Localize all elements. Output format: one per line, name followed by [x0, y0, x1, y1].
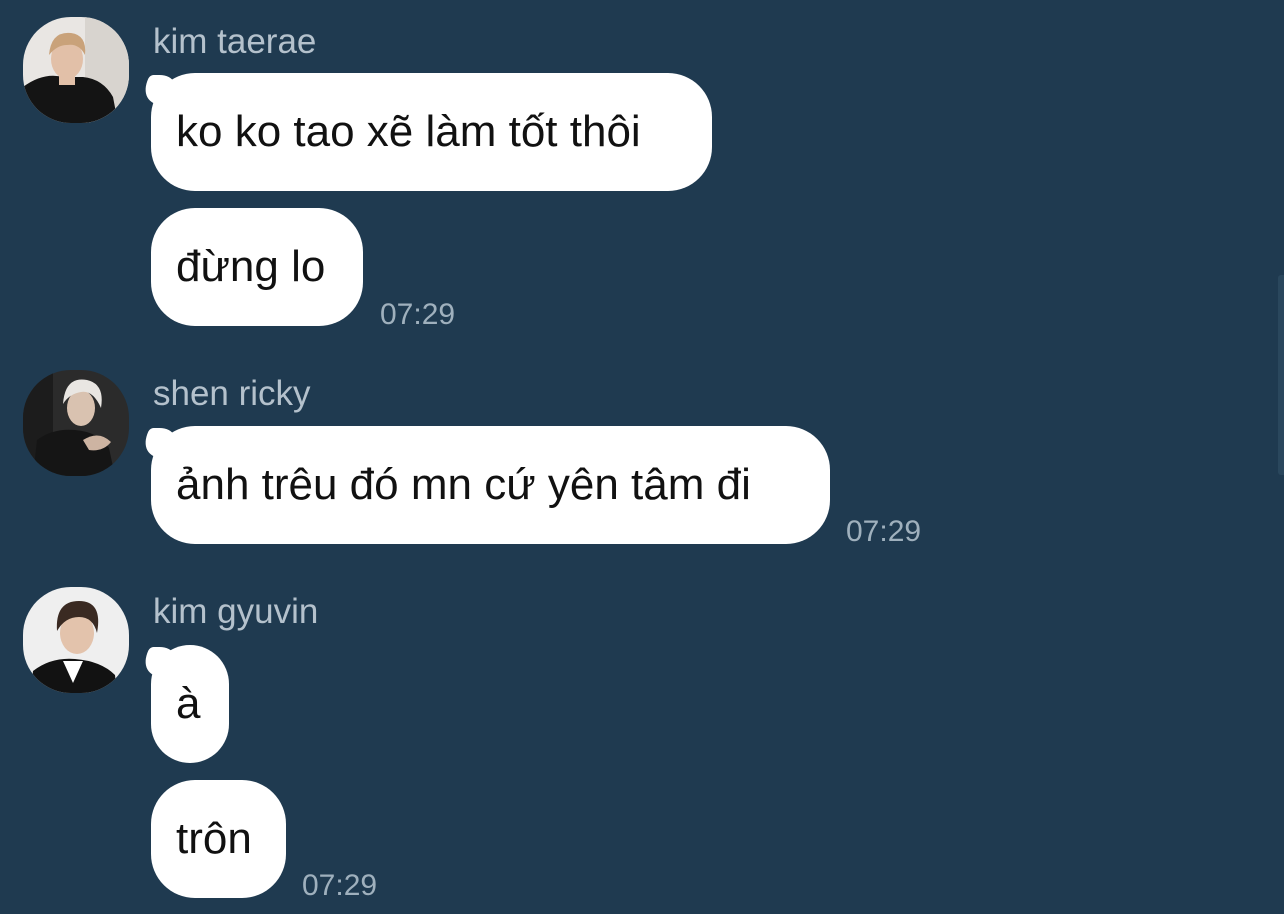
avatar-kim-gyuvin[interactable]: [23, 587, 129, 693]
sender-name: kim gyuvin: [153, 592, 319, 631]
message-bubble[interactable]: đừng lo: [151, 208, 363, 326]
chat-message-list[interactable]: kim taerae ko ko tao xẽ làm tốt thôi đừn…: [0, 0, 1284, 914]
message-bubble[interactable]: trôn: [151, 780, 286, 898]
message-bubble[interactable]: ảnh trêu đó mn cứ yên tâm đi: [151, 426, 830, 544]
avatar-kim-taerae[interactable]: [23, 17, 129, 123]
sender-name: kim taerae: [153, 22, 317, 61]
scrollbar[interactable]: [1278, 275, 1284, 475]
message-timestamp: 07:29: [380, 298, 456, 331]
message-timestamp: 07:29: [846, 515, 922, 548]
avatar-photo-icon: [23, 587, 129, 693]
avatar-photo-icon: [23, 370, 129, 476]
avatar-shen-ricky[interactable]: [23, 370, 129, 476]
sender-name: shen ricky: [153, 374, 311, 413]
message-timestamp: 07:29: [302, 869, 378, 902]
message-bubble[interactable]: ko ko tao xẽ làm tốt thôi: [151, 73, 712, 191]
avatar-photo-icon: [23, 17, 129, 123]
message-bubble[interactable]: à: [151, 645, 229, 763]
